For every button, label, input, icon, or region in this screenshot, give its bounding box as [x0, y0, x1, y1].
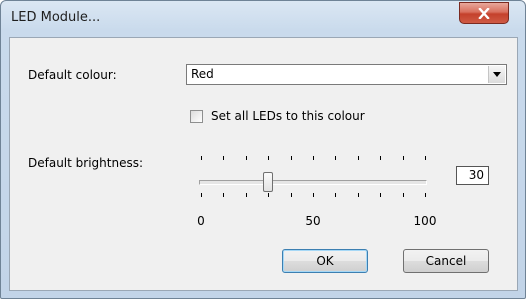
dropdown-arrow-button[interactable]: [488, 66, 505, 83]
slider-tick: [335, 156, 336, 160]
slider-tick: [246, 193, 247, 197]
slider-tick: [291, 156, 292, 160]
slider-tick: [335, 193, 336, 197]
cancel-button[interactable]: Cancel: [403, 249, 489, 273]
slider-tick: [425, 193, 426, 197]
slider-tick: [313, 156, 314, 160]
set-all-leds-label[interactable]: Set all LEDs to this colour: [211, 109, 365, 123]
slider-tick: [201, 156, 202, 160]
slider-tick-label: 50: [305, 214, 321, 228]
slider-tick: [403, 156, 404, 160]
slider-tick: [380, 156, 381, 160]
set-all-leds-checkbox[interactable]: [190, 110, 203, 123]
slider-tick: [268, 193, 269, 197]
window-title: LED Module...: [11, 10, 101, 25]
dialog-client-area: Default colour: Red Set all LEDs to this…: [9, 37, 518, 291]
close-button[interactable]: [459, 2, 509, 24]
slider-tick: [425, 156, 426, 160]
default-colour-select[interactable]: Red: [186, 64, 507, 85]
slider-tick: [403, 193, 404, 197]
slider-tick: [223, 193, 224, 197]
slider-tick-label: 100: [413, 214, 437, 228]
ok-button[interactable]: OK: [282, 249, 368, 273]
chevron-down-icon: [493, 72, 501, 77]
slider-tick: [268, 156, 269, 160]
dialog-window: LED Module... Default colour: Red Set al…: [0, 0, 526, 299]
default-colour-value: Red: [191, 67, 214, 81]
slider-tick: [201, 193, 202, 197]
slider-tick: [223, 156, 224, 160]
brightness-slider[interactable]: 0 50 100: [190, 150, 440, 230]
slider-thumb[interactable]: [263, 172, 273, 192]
slider-tick: [358, 156, 359, 160]
slider-tick: [313, 193, 314, 197]
close-x-icon: [478, 7, 490, 19]
slider-tick: [358, 193, 359, 197]
slider-tick: [246, 156, 247, 160]
slider-tick-label: 0: [197, 214, 205, 228]
slider-track[interactable]: [199, 180, 427, 185]
title-bar[interactable]: LED Module...: [1, 1, 525, 37]
default-colour-label: Default colour:: [28, 68, 117, 82]
slider-tick: [291, 193, 292, 197]
brightness-value-box: 30: [456, 166, 489, 185]
default-brightness-label: Default brightness:: [28, 156, 144, 170]
slider-tick: [380, 193, 381, 197]
